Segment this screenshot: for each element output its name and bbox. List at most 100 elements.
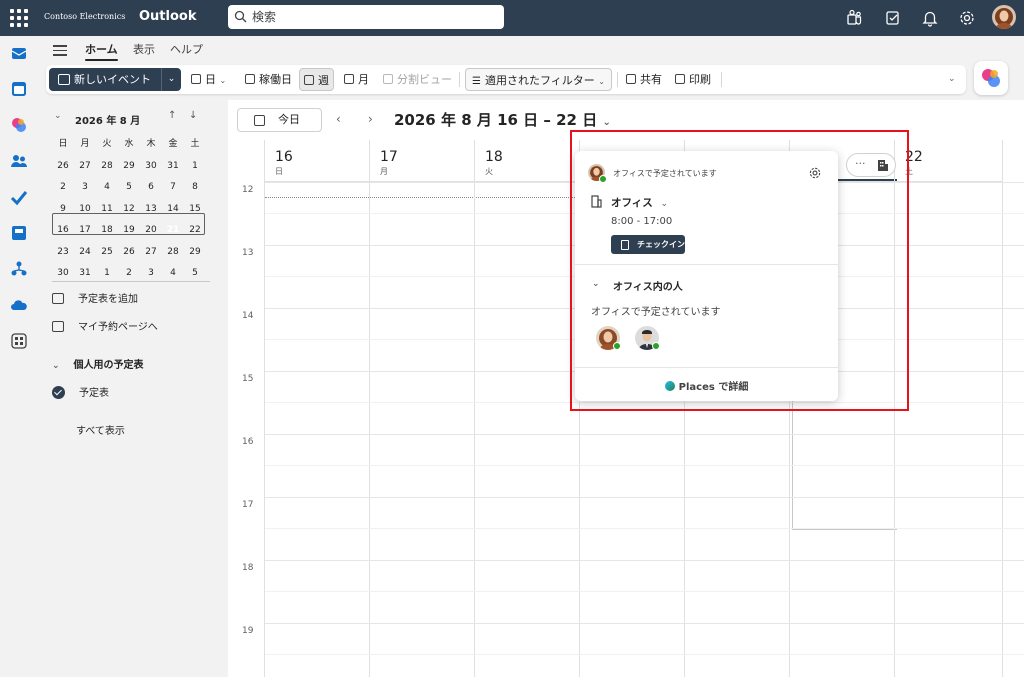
mini-calendar-day[interactable]: 15 [184, 199, 206, 221]
day-header[interactable]: 22 土 [895, 140, 1002, 182]
view-month-button[interactable]: 月 [344, 68, 369, 91]
print-button[interactable]: 印刷 [675, 68, 711, 91]
mini-calendar-day[interactable]: 12 [118, 199, 140, 221]
ribbon-expand-chevron-icon[interactable]: ⌄ [948, 68, 956, 91]
app-title[interactable]: Outlook [139, 9, 196, 24]
files-icon[interactable] [10, 224, 28, 242]
calendar-icon[interactable] [10, 80, 28, 98]
gear-icon[interactable] [958, 9, 976, 27]
mini-calendar-day[interactable]: 2 [52, 177, 74, 199]
add-calendar-link[interactable]: 予定表を追加 [52, 290, 138, 305]
filter-button[interactable]: ☰ 適用されたフィルター ⌄ [465, 68, 612, 91]
share-button[interactable]: 共有 [626, 68, 662, 91]
mini-calendar-day[interactable]: 18 [96, 220, 118, 242]
ribbon-divider [459, 72, 460, 87]
mini-calendar-day[interactable]: 1 [184, 156, 206, 178]
tab-help[interactable]: ヘルプ [170, 41, 203, 57]
mini-calendar-day[interactable]: 30 [140, 156, 162, 178]
mini-calendar-day[interactable]: 5 [118, 177, 140, 199]
mini-calendar-day[interactable]: 7 [162, 177, 184, 199]
mini-calendar-day[interactable]: 29 [118, 156, 140, 178]
mini-calendar-day[interactable]: 19 [118, 220, 140, 242]
mini-calendar-day[interactable]: 23 [52, 242, 74, 264]
personal-calendars-header[interactable]: ⌄ 個人用の予定表 [52, 356, 144, 371]
copilot-app-icon[interactable] [10, 116, 28, 134]
mini-calendar-day[interactable]: 11 [96, 199, 118, 221]
mini-calendar-day[interactable]: 31 [162, 156, 184, 178]
app-rail [0, 36, 38, 677]
mini-calendar-day[interactable]: 27 [140, 242, 162, 264]
mini-calendar-next-icon[interactable]: ↓ [189, 110, 197, 121]
tasks-icon[interactable] [884, 9, 902, 27]
teams-icon[interactable] [845, 9, 863, 27]
collapse-chevron-icon[interactable]: ⌄ [54, 111, 62, 121]
hamburger-menu-icon[interactable] [53, 45, 67, 59]
mini-calendar-day[interactable]: 8 [184, 177, 206, 199]
mini-calendar-day[interactable]: 9 [52, 199, 74, 221]
view-month-label: 月 [358, 73, 369, 86]
tab-home[interactable]: ホーム [85, 41, 118, 61]
weekday-header: 土 [190, 139, 200, 149]
mini-calendar-day[interactable]: 22 [184, 220, 206, 242]
booking-page-link[interactable]: マイ予約ページへ [52, 318, 158, 333]
mini-calendar-day[interactable]: 16 [52, 220, 74, 242]
show-all-link[interactable]: すべて表示 [76, 422, 125, 437]
new-event-dropdown[interactable]: ⌄ [161, 68, 181, 91]
mini-calendar-day[interactable]: 27 [74, 156, 96, 178]
calendar-checkbox-item[interactable]: 予定表 [52, 384, 109, 399]
personal-calendars-label: 個人用の予定表 [73, 360, 144, 371]
mini-calendar-day[interactable]: 28 [162, 242, 184, 264]
mini-calendar-day[interactable]: 10 [74, 199, 96, 221]
mini-calendar-day[interactable]: 26 [118, 242, 140, 264]
view-day-button[interactable]: 日 ⌄ [191, 68, 226, 91]
next-week-icon[interactable]: › [368, 112, 373, 126]
mini-calendar-day[interactable]: 4 [96, 177, 118, 199]
search-input[interactable]: 検索 [228, 5, 504, 29]
day-column[interactable]: 22 土 [895, 140, 1003, 677]
view-workweek-button[interactable]: 稼働日 [245, 68, 292, 91]
split-view-button[interactable]: 分割ビュー [383, 68, 452, 91]
mini-calendar-prev-icon[interactable]: ↑ [168, 110, 176, 121]
onedrive-icon[interactable] [10, 296, 28, 314]
user-avatar[interactable] [992, 5, 1016, 29]
mail-icon[interactable] [10, 44, 28, 62]
mini-calendar-day[interactable]: 29 [184, 242, 206, 264]
more-apps-icon[interactable] [10, 332, 28, 350]
view-week-button[interactable]: 週 [299, 68, 334, 91]
date-range-title[interactable]: 2026 年 8 月 16 日 – 22 日 ⌄ [394, 109, 611, 130]
day-column[interactable]: 16 日 [265, 140, 370, 677]
mini-calendar-day[interactable]: 28 [96, 156, 118, 178]
day-column[interactable]: 18 火 [475, 140, 580, 677]
mini-calendar-day[interactable]: 20 [140, 220, 162, 242]
add-calendar-label: 予定表を追加 [78, 294, 138, 305]
org-explorer-icon[interactable] [10, 260, 28, 278]
new-event-button[interactable]: 新しいイベント ⌄ [49, 68, 181, 91]
day-header[interactable]: 17 月 [370, 140, 474, 182]
org-logo[interactable]: Contoso Electronics [44, 12, 125, 21]
copilot-button[interactable] [974, 61, 1008, 95]
day-header[interactable]: 18 火 [475, 140, 579, 182]
mini-calendar-day[interactable]: 17 [74, 220, 96, 242]
week-view-icon [304, 75, 314, 85]
mini-calendar-day[interactable]: 13 [140, 199, 162, 221]
mini-calendar-title[interactable]: 2026 年 8 月 [75, 112, 140, 127]
day-column[interactable]: 17 月 [370, 140, 475, 677]
highlight-annotation-box [570, 130, 909, 411]
prev-week-icon[interactable]: ‹ [336, 112, 341, 126]
app-launcher-icon[interactable] [10, 9, 28, 27]
mini-calendar-day[interactable]: 24 [74, 242, 96, 264]
mini-calendar-day[interactable]: 21 [162, 220, 184, 242]
mini-calendar-day[interactable]: 26 [52, 156, 74, 178]
mini-calendar-day[interactable]: 6 [140, 177, 162, 199]
mini-calendar-day[interactable]: 3 [74, 177, 96, 199]
bell-icon[interactable] [921, 9, 939, 27]
day-header[interactable]: 16 日 [265, 140, 369, 182]
today-button[interactable]: 今日 [237, 108, 322, 132]
mini-calendar-day[interactable]: 25 [96, 242, 118, 264]
mini-calendar-day[interactable]: 14 [162, 199, 184, 221]
filter-label: 適用されたフィルター [484, 74, 595, 87]
todo-icon[interactable] [10, 188, 28, 206]
people-icon[interactable] [10, 152, 28, 170]
hour-label: 15 [242, 374, 254, 384]
tab-view[interactable]: 表示 [133, 41, 155, 57]
